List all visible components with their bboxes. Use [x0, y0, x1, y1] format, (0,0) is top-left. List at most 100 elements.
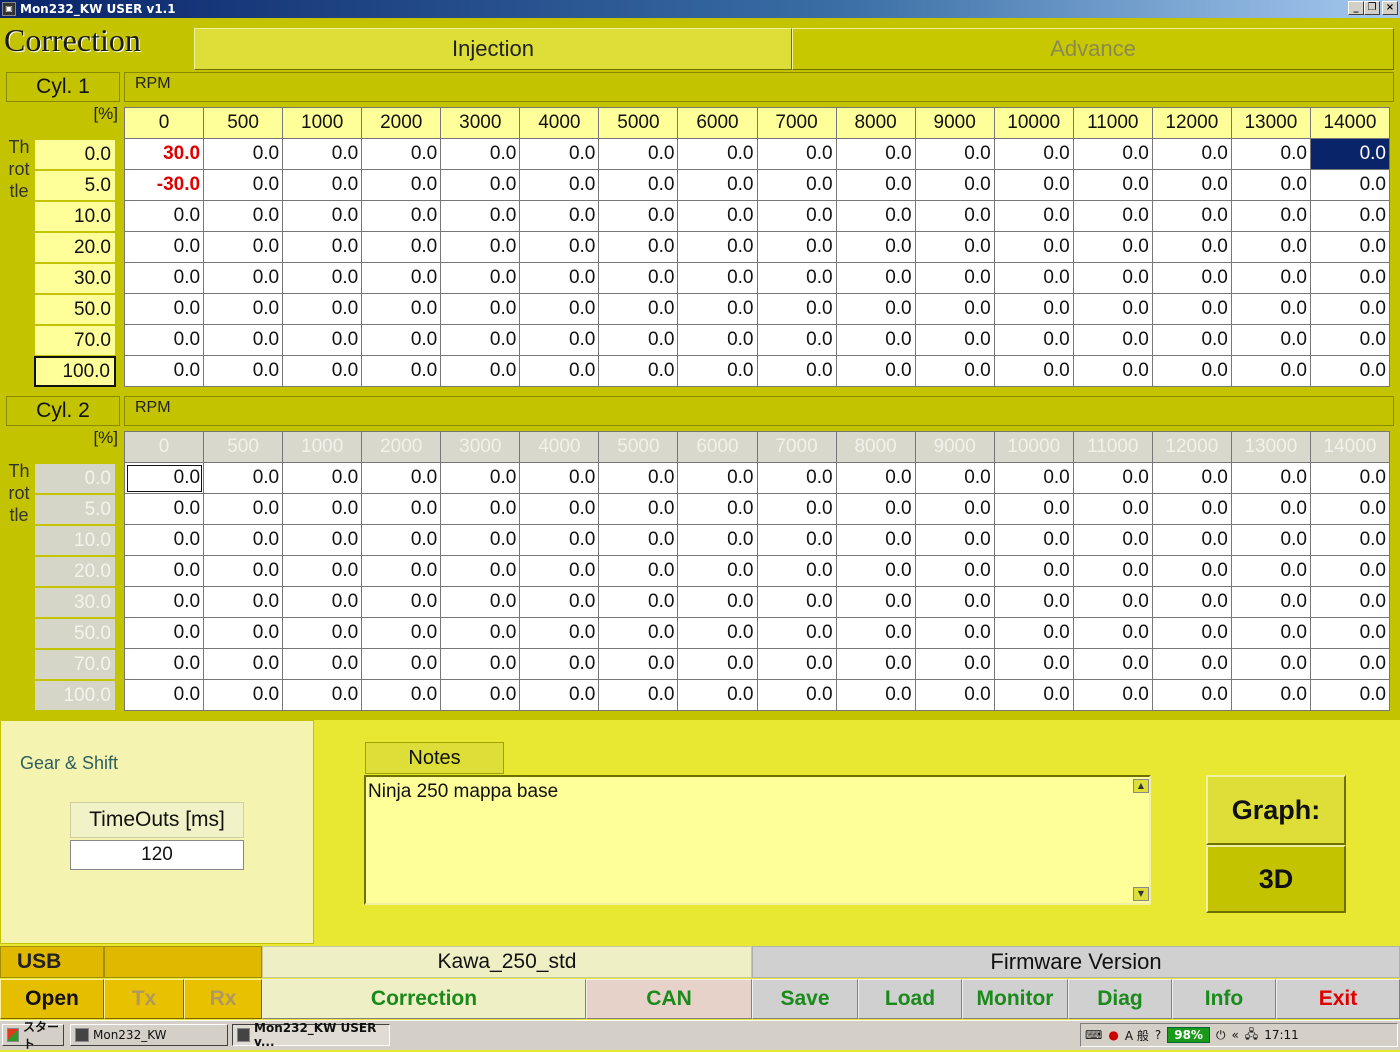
map-cell[interactable]: 0.0: [203, 555, 284, 587]
map-cell[interactable]: 0.0: [993, 169, 1074, 201]
map-cell[interactable]: 0.0: [123, 293, 205, 325]
map-cell[interactable]: 0.0: [756, 648, 837, 680]
map-cell[interactable]: 0.0: [756, 462, 837, 494]
map-cell[interactable]: 0.0: [282, 355, 363, 387]
map-cell[interactable]: 0.0: [440, 462, 521, 494]
map-cell[interactable]: 0.0: [993, 555, 1074, 587]
map-cell[interactable]: 0.0: [1309, 200, 1391, 232]
can-button[interactable]: CAN: [586, 979, 752, 1019]
map-cell[interactable]: 0.0: [440, 679, 521, 711]
map-cell[interactable]: 0.0: [203, 355, 284, 387]
map-cell[interactable]: 0.0: [1230, 586, 1311, 618]
map-cell[interactable]: 0.0: [203, 617, 284, 649]
map-cell[interactable]: 0.0: [598, 169, 679, 201]
throttle-row-header[interactable]: 20.0: [34, 232, 116, 263]
map-cell[interactable]: 0.0: [282, 231, 363, 263]
map-cell[interactable]: 0.0: [519, 555, 600, 587]
ime-icon[interactable]: ●: [1108, 1028, 1118, 1042]
window-titlebar[interactable]: ▣ Mon232_KW USER v1.1: [0, 0, 1400, 18]
map-cell[interactable]: 0.0: [440, 355, 521, 387]
map-cell[interactable]: 0.0: [1230, 648, 1311, 680]
map-cell[interactable]: 0.0: [203, 231, 284, 263]
map-cell[interactable]: 0.0: [1151, 555, 1232, 587]
map-cell[interactable]: 0.0: [993, 462, 1074, 494]
map-cell[interactable]: 0.0: [519, 293, 600, 325]
load-button[interactable]: Load: [858, 979, 962, 1019]
map-cell[interactable]: 0.0: [519, 324, 600, 356]
map-cell[interactable]: 0.0: [835, 355, 916, 387]
throttle-row-header[interactable]: 70.0: [34, 325, 116, 356]
map-cell[interactable]: 0.0: [598, 200, 679, 232]
map-cell[interactable]: 0.0: [598, 493, 679, 525]
map-cell[interactable]: 0.0: [1072, 293, 1153, 325]
map-cell[interactable]: 0.0: [598, 555, 679, 587]
map-cell[interactable]: 0.0: [1072, 493, 1153, 525]
notes-tab[interactable]: Notes: [365, 742, 504, 774]
help-icon[interactable]: ?: [1155, 1028, 1161, 1042]
map-cell[interactable]: 0.0: [1230, 138, 1311, 170]
map-cell[interactable]: 0.0: [1309, 555, 1391, 587]
map-cell[interactable]: 0.0: [598, 138, 679, 170]
throttle-row-header[interactable]: 30.0: [34, 263, 116, 294]
map-cell[interactable]: 0.0: [1230, 355, 1311, 387]
map-cell[interactable]: 0.0: [914, 679, 995, 711]
map-cell[interactable]: 0.0: [440, 324, 521, 356]
map-cell[interactable]: 0.0: [1309, 493, 1391, 525]
map-cell[interactable]: 0.0: [203, 493, 284, 525]
map-cell[interactable]: 0.0: [598, 231, 679, 263]
map-cell[interactable]: 0.0: [914, 355, 995, 387]
map-cell[interactable]: 0.0: [1309, 586, 1391, 618]
map-cell[interactable]: 0.0: [440, 262, 521, 294]
map-cell[interactable]: 0.0: [914, 555, 995, 587]
map-cell[interactable]: 0.0: [519, 355, 600, 387]
map-cell[interactable]: 0.0: [914, 493, 995, 525]
map-cell[interactable]: 0.0: [1151, 493, 1232, 525]
map-cell[interactable]: 0.0: [914, 617, 995, 649]
map-cell[interactable]: 0.0: [835, 262, 916, 294]
map-cell[interactable]: 0.0: [914, 169, 995, 201]
map-cell[interactable]: 0.0: [1151, 586, 1232, 618]
map-cell[interactable]: 0.0: [282, 200, 363, 232]
map-cell[interactable]: 0.0: [123, 648, 205, 680]
map-cell[interactable]: 0.0: [598, 586, 679, 618]
map-cell[interactable]: 0.0: [1072, 169, 1153, 201]
map-cell[interactable]: 0.0: [282, 617, 363, 649]
map-cell[interactable]: 0.0: [440, 555, 521, 587]
map-cell[interactable]: 0.0: [123, 493, 205, 525]
map-cell[interactable]: 0.0: [519, 200, 600, 232]
map-cell[interactable]: 0.0: [203, 524, 284, 556]
map-cell[interactable]: 0.0: [835, 324, 916, 356]
map-cell[interactable]: 0.0: [203, 648, 284, 680]
notes-scroll-down-icon[interactable]: ▼: [1133, 887, 1149, 901]
tx-button[interactable]: Tx: [104, 979, 184, 1019]
map-cell[interactable]: 0.0: [598, 355, 679, 387]
map-cell[interactable]: 0.0: [835, 231, 916, 263]
map-cell[interactable]: 0.0: [1309, 462, 1391, 494]
map-cell[interactable]: 0.0: [1309, 231, 1391, 263]
map-cell[interactable]: 0.0: [123, 679, 205, 711]
map-cell[interactable]: 0.0: [203, 262, 284, 294]
map-cell[interactable]: 0.0: [519, 617, 600, 649]
tab-advance[interactable]: Advance: [792, 28, 1394, 70]
map-cell[interactable]: 0.0: [1151, 648, 1232, 680]
throttle-row-header[interactable]: 5.0: [34, 494, 116, 525]
map-cell[interactable]: 0.0: [598, 524, 679, 556]
map-cell[interactable]: 0.0: [835, 138, 916, 170]
battery-indicator[interactable]: 98%: [1167, 1027, 1210, 1043]
map-cell[interactable]: 0.0: [519, 462, 600, 494]
map-cell[interactable]: 0.0: [1072, 200, 1153, 232]
start-button[interactable]: スタート: [2, 1020, 64, 1051]
map-cell[interactable]: 0.0: [361, 324, 442, 356]
map-cell[interactable]: 0.0: [440, 200, 521, 232]
map-cell[interactable]: 0.0: [440, 169, 521, 201]
map-cell[interactable]: 0.0: [1230, 524, 1311, 556]
map-cell[interactable]: 0.0: [519, 169, 600, 201]
map-cell[interactable]: 0.0: [756, 324, 837, 356]
map-cell[interactable]: 0.0: [835, 462, 916, 494]
map-cell[interactable]: 0.0: [361, 355, 442, 387]
throttle-row-header[interactable]: 5.0: [34, 170, 116, 201]
map-cell[interactable]: 0.0: [519, 262, 600, 294]
map-cell[interactable]: 0.0: [123, 200, 205, 232]
map-cell[interactable]: 0.0: [123, 617, 205, 649]
map-cell[interactable]: 0.0: [1230, 617, 1311, 649]
